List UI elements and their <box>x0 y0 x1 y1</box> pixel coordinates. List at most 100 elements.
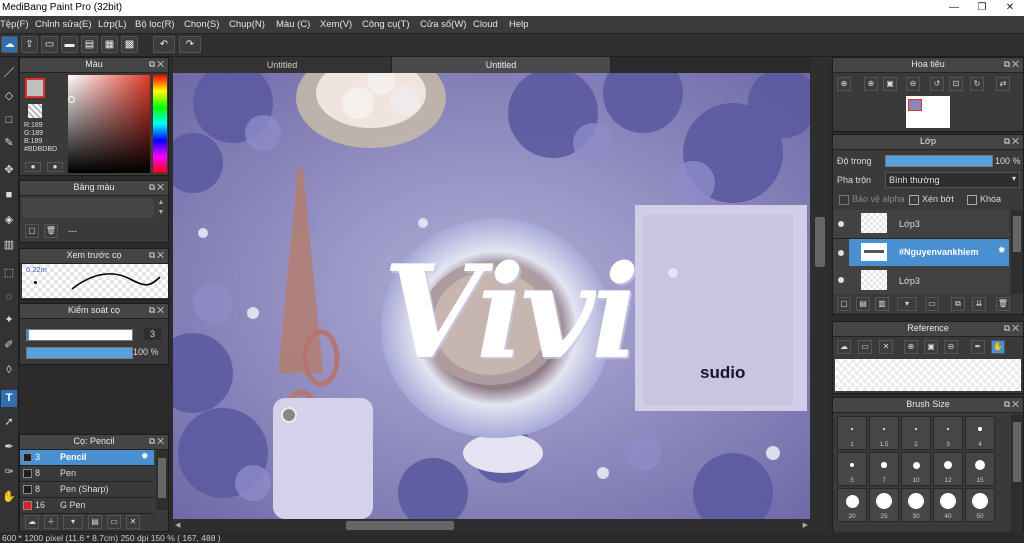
gradient-tool-icon[interactable]: ▥ <box>1 237 17 254</box>
reference-open-icon[interactable]: ▭ <box>858 340 872 354</box>
brush-opacity-slider[interactable] <box>26 347 133 359</box>
color-option-icon[interactable]: ● <box>25 162 41 172</box>
brush-item-pen-sharp[interactable]: 8 Pen (Sharp) <box>20 482 154 498</box>
panel-controls-icon[interactable]: ⧉✕ <box>149 59 166 70</box>
reference-canvas[interactable] <box>835 359 1021 391</box>
blend-mode-select[interactable]: Bình thường ▾ <box>885 172 1020 188</box>
lasso-icon[interactable]: ◌ <box>1 289 17 306</box>
brush-size-cell[interactable]: 1 <box>837 416 867 450</box>
brush-size-value[interactable]: 3 <box>144 328 161 340</box>
visibility-icon[interactable] <box>838 277 844 283</box>
palette-scroll-icon[interactable]: ▲ ▼ <box>156 198 166 218</box>
rotate-left-icon[interactable]: ↺ <box>930 77 944 91</box>
clipping-checkbox[interactable]: Xén bớt <box>909 194 954 205</box>
hand-tool-icon[interactable]: ✋ <box>1 489 17 506</box>
menu-filter[interactable]: Bộ lọc(R) <box>135 19 175 30</box>
hue-slider[interactable] <box>153 75 167 173</box>
brush-size-cell[interactable]: 30 <box>901 488 931 522</box>
scroll-left-icon[interactable]: ◀ <box>175 521 180 529</box>
zoom-in-2-icon[interactable]: ⊕ <box>864 77 878 91</box>
lock-checkbox[interactable]: Khóa <box>967 194 1001 205</box>
color-saturation-field[interactable] <box>68 75 150 173</box>
zoom-out-icon[interactable]: ⊖ <box>906 77 920 91</box>
secondary-color-swatch[interactable] <box>28 104 42 118</box>
hscroll-thumb[interactable] <box>346 521 454 530</box>
panel-controls-icon[interactable]: ⧉✕ <box>1004 59 1021 70</box>
brush-size-slider[interactable] <box>26 329 133 341</box>
chat-icon[interactable]: ▬ <box>61 36 78 53</box>
brush-size-scrollbar[interactable] <box>1011 414 1023 532</box>
panel-controls-icon[interactable]: ⧉✕ <box>149 250 166 261</box>
vscroll-thumb[interactable] <box>815 217 825 267</box>
brush-menu-icon[interactable]: ▾ <box>63 515 83 529</box>
brush-item-pen[interactable]: 8 Pen <box>20 466 154 482</box>
primary-color-swatch[interactable] <box>25 78 45 98</box>
panel-controls-icon[interactable]: ⧉✕ <box>149 182 166 193</box>
flip-icon[interactable]: ⇄ <box>996 77 1010 91</box>
undo-icon[interactable]: ↶ <box>153 36 175 53</box>
layer-new-halftone-icon[interactable]: ▤ <box>856 297 870 311</box>
visibility-icon[interactable] <box>838 221 844 227</box>
brush-size-cell[interactable]: 40 <box>933 488 963 522</box>
navigator-thumbnail[interactable] <box>906 96 950 128</box>
snap-icon[interactable]: ▩ <box>121 36 138 53</box>
gear-icon[interactable]: ✹ <box>998 245 1006 256</box>
eyedropper-icon[interactable]: ✒ <box>1 439 17 456</box>
minimize-button[interactable]: — <box>940 0 968 16</box>
brush-size-cell[interactable]: 50 <box>965 488 995 522</box>
brush-delete-icon[interactable]: ✕ <box>126 515 140 529</box>
menu-file[interactable]: Tệp(F) <box>0 19 29 30</box>
redo-icon[interactable]: ↷ <box>179 36 201 53</box>
menu-layer[interactable]: Lớp(L) <box>98 19 126 30</box>
layer-item[interactable]: Lớp3 <box>833 267 1009 294</box>
canvas-vscrollbar[interactable] <box>810 57 830 532</box>
zoom-in-icon[interactable]: ⊕ <box>837 77 851 91</box>
panel-controls-icon[interactable]: ⧉✕ <box>149 436 166 447</box>
palette-delete-icon[interactable]: 🗑 <box>44 224 58 238</box>
layer-list-scrollbar[interactable] <box>1011 210 1023 294</box>
brush-tool-icon[interactable]: ／ <box>1 65 17 82</box>
layer-new-icon[interactable]: ▢ <box>837 297 851 311</box>
menu-tools[interactable]: Công cụ(T) <box>362 19 410 30</box>
reference-cloud-icon[interactable]: ☁ <box>837 340 851 354</box>
canvas[interactable]: Vivi sudio <box>173 73 810 519</box>
layer-opacity-slider[interactable] <box>885 155 993 167</box>
fill-rect-tool-icon[interactable]: ■ <box>1 187 17 204</box>
palette-area[interactable] <box>22 198 154 218</box>
pen-tool-icon[interactable]: ✎ <box>1 135 17 152</box>
tab-untitled-2[interactable]: Untitled <box>392 57 611 73</box>
brush-list-scrollbar[interactable] <box>156 450 168 510</box>
brush-size-cell[interactable]: 2 <box>901 416 931 450</box>
gear-icon[interactable]: ✹ <box>141 451 149 462</box>
fit-icon[interactable]: ▣ <box>883 77 897 91</box>
palette-new-icon[interactable]: ▢ <box>25 224 39 238</box>
comment-icon[interactable]: ▭ <box>41 36 58 53</box>
pen-icon[interactable]: ✑ <box>1 464 17 481</box>
brush-size-cell[interactable]: 3 <box>933 416 963 450</box>
reference-hand-icon[interactable]: ✋ <box>991 340 1005 354</box>
eraser-tool-icon[interactable]: ◇ <box>1 88 17 105</box>
tab-untitled-1[interactable]: Untitled <box>173 57 392 73</box>
panel-controls-icon[interactable]: ⧉✕ <box>1004 323 1021 334</box>
layer-add-menu-icon[interactable]: ▾ <box>897 297 917 311</box>
move-tool-icon[interactable]: ✥ <box>1 162 17 179</box>
brush-size-cell[interactable]: 7 <box>869 452 899 486</box>
layer-duplicate-icon[interactable]: ⧉ <box>951 297 965 311</box>
panel-controls-icon[interactable]: ⧉✕ <box>1004 399 1021 410</box>
color-add-icon[interactable]: ● <box>47 162 63 172</box>
reset-view-icon[interactable]: ⊡ <box>949 77 963 91</box>
menu-window[interactable]: Cửa sổ(W) <box>420 19 466 30</box>
brush-size-cell[interactable]: 4 <box>965 416 995 450</box>
text-tool-icon[interactable]: T <box>1 390 17 407</box>
export-icon[interactable]: ⇪ <box>21 36 38 53</box>
menu-select[interactable]: Chọn(S) <box>184 19 219 30</box>
reference-zoom-out-icon[interactable]: ⊖ <box>944 340 958 354</box>
reference-eyedropper-icon[interactable]: ✒ <box>971 340 985 354</box>
rotate-right-icon[interactable]: ↻ <box>970 77 984 91</box>
reference-zoom-in-icon[interactable]: ⊕ <box>904 340 918 354</box>
visibility-icon[interactable] <box>838 250 844 256</box>
grid-icon[interactable]: ▦ <box>101 36 118 53</box>
brush-size-cell[interactable]: 12 <box>933 452 963 486</box>
select-eraser-icon[interactable]: ◊ <box>1 362 17 379</box>
brush-size-cell[interactable]: 10 <box>901 452 931 486</box>
